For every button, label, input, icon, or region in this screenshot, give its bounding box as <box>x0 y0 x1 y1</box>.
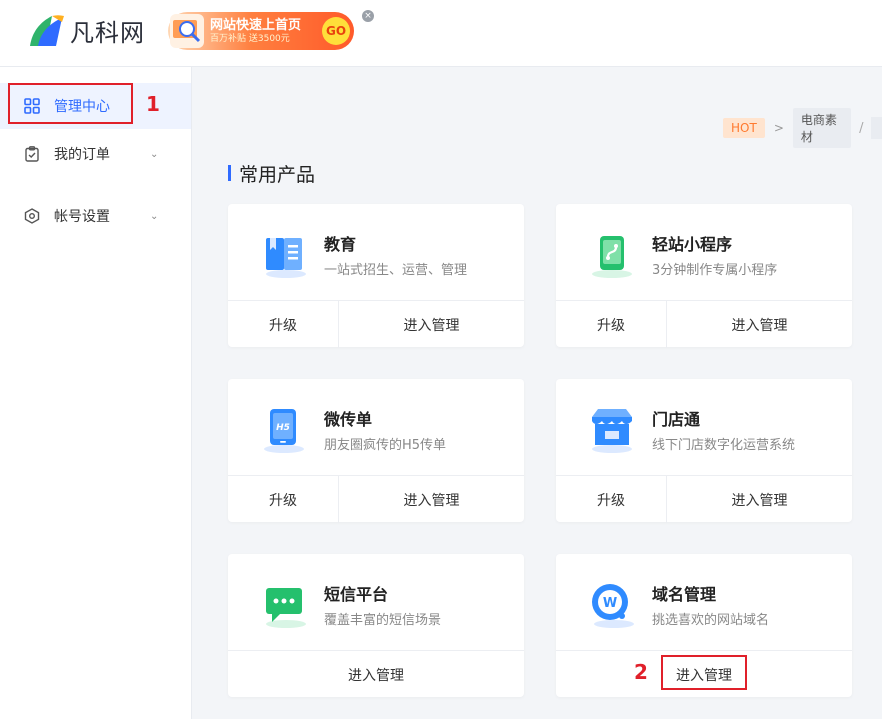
promo-title: 网站快速上首页 <box>210 17 302 33</box>
enter-management-button[interactable]: 进入管理 <box>339 476 524 523</box>
upgrade-button[interactable]: 升级 <box>228 476 339 523</box>
clipboard-check-icon <box>24 146 40 162</box>
upgrade-button[interactable]: 升级 <box>556 301 667 348</box>
promo-subtitle: 百万补贴 送3500元 <box>210 33 290 44</box>
section-title-text: 常用产品 <box>239 163 316 186</box>
enter-management-button[interactable]: 进入管理 <box>667 301 852 348</box>
card-title: 域名管理 <box>652 585 717 604</box>
svg-text:W: W <box>603 596 617 611</box>
top-header: 凡科网 网站快速上首页 百万补贴 送3500元 GO × <box>0 0 882 67</box>
promo-go-button[interactable]: GO <box>322 17 350 45</box>
promo-banner[interactable]: 网站快速上首页 百万补贴 送3500元 GO <box>168 12 354 50</box>
hexagon-settings-icon <box>24 208 40 224</box>
card-footer: 升级 进入管理 <box>228 300 524 348</box>
section-title: 常用产品 <box>228 162 316 186</box>
step-number-2: 2 <box>634 660 648 684</box>
logo-mark-icon <box>30 15 64 46</box>
domain-w-icon: W <box>592 584 634 628</box>
card-title: 教育 <box>324 235 357 254</box>
svg-text:H5: H5 <box>276 423 290 433</box>
card-description: 覆盖丰富的短信场景 <box>324 613 442 628</box>
card-description: 挑选喜欢的网站域名 <box>652 613 770 628</box>
miniapp-phone-icon <box>592 236 632 278</box>
card-title: 短信平台 <box>324 585 389 604</box>
card-description: 朋友圈疯传的H5传单 <box>324 438 447 453</box>
logo-text: 凡科网 <box>70 18 145 47</box>
card-footer: 升级 进入管理 <box>228 475 524 523</box>
card-footer: 进入管理 <box>228 650 524 698</box>
store-icon <box>592 409 632 453</box>
product-card-h5-flyer: H5 微传单 朋友圈疯传的H5传单 升级 进入管理 <box>228 379 524 523</box>
highlight-box-step2 <box>661 655 747 690</box>
breadcrumb-separator: > <box>773 121 784 135</box>
magnifier-icon <box>170 14 204 48</box>
product-card-education: 教育 一站式招生、运营、管理 升级 进入管理 <box>228 204 524 348</box>
step-number-1: 1 <box>146 92 160 116</box>
logo[interactable]: 凡科网 <box>26 12 145 48</box>
product-card-sms: 短信平台 覆盖丰富的短信场景 进入管理 <box>228 554 524 697</box>
hot-tag[interactable]: HOT <box>723 118 765 138</box>
book-icon <box>266 238 306 278</box>
sidebar-item-label: 我的订单 <box>54 147 110 163</box>
sidebar-item-label: 帐号设置 <box>54 209 110 225</box>
card-footer: 升级 进入管理 <box>556 300 852 348</box>
close-icon[interactable]: × <box>362 10 374 22</box>
card-description: 一站式招生、运营、管理 <box>324 263 468 278</box>
sidebar: 管理中心 我的订单 ⌄ 帐号设置 ⌄ <box>0 67 192 719</box>
breadcrumb: HOT > 电商素材 / <box>723 108 882 148</box>
sidebar-item-my-orders[interactable]: 我的订单 ⌄ <box>0 131 191 177</box>
sidebar-item-account-settings[interactable]: 帐号设置 ⌄ <box>0 193 191 239</box>
chevron-down-icon: ⌄ <box>150 148 159 160</box>
product-card-mini-program: 轻站小程序 3分钟制作专属小程序 升级 进入管理 <box>556 204 852 348</box>
chevron-down-icon: ⌄ <box>150 210 159 222</box>
truncated-tag[interactable] <box>871 117 882 139</box>
upgrade-button[interactable]: 升级 <box>556 476 667 523</box>
section-accent-bar <box>228 165 231 181</box>
category-tag[interactable]: 电商素材 <box>792 108 852 148</box>
card-footer: 升级 进入管理 <box>556 475 852 523</box>
breadcrumb-slash: / <box>859 120 864 136</box>
card-title: 门店通 <box>652 410 701 429</box>
card-title: 轻站小程序 <box>652 235 733 254</box>
upgrade-button[interactable]: 升级 <box>228 301 339 348</box>
card-description: 线下门店数字化运营系统 <box>652 438 796 453</box>
enter-management-button[interactable]: 进入管理 <box>339 301 524 348</box>
enter-management-button[interactable]: 进入管理 <box>228 651 524 698</box>
h5-phone-icon: H5 <box>264 409 304 453</box>
card-description: 3分钟制作专属小程序 <box>652 263 778 278</box>
highlight-box-step1 <box>8 83 133 124</box>
enter-management-button[interactable]: 进入管理 <box>667 476 852 523</box>
card-title: 微传单 <box>324 410 373 429</box>
sms-bubble-icon <box>266 588 306 628</box>
product-card-store: 门店通 线下门店数字化运营系统 升级 进入管理 <box>556 379 852 523</box>
